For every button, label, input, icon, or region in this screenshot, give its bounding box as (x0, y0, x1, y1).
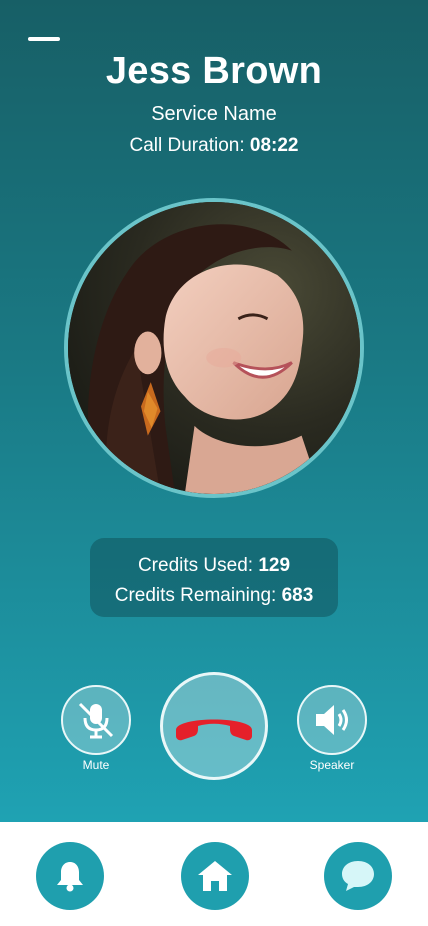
caller-name: Jess Brown (105, 50, 323, 92)
caller-photo (68, 202, 360, 494)
service-name: Service Name (151, 103, 277, 125)
credits-used-label: Credits Used: (137, 555, 254, 576)
nav-notifications-button[interactable] (36, 842, 104, 910)
speaker-label: Speaker (309, 758, 355, 772)
bottom-nav (0, 822, 428, 926)
home-icon (198, 861, 232, 891)
end-call-button[interactable] (160, 672, 268, 780)
speaker-icon (316, 705, 348, 735)
call-duration-label: Call Duration: (129, 135, 245, 156)
credits-remaining-row: Credits Remaining: 683 (90, 581, 338, 611)
call-duration: Call Duration: 08:22 (0, 135, 428, 157)
mute-label: Mute (82, 758, 110, 772)
credits-used-value: 129 (258, 555, 291, 576)
caller-avatar (64, 198, 364, 498)
credits-remaining-label: Credits Remaining: (114, 585, 277, 606)
credits-remaining-value: 683 (281, 585, 314, 606)
credits-used-row: Credits Used: 129 (90, 551, 338, 581)
speaker-button[interactable] (297, 685, 367, 755)
menu-icon[interactable] (28, 37, 60, 41)
nav-home-button[interactable] (181, 842, 249, 910)
mute-button[interactable] (61, 685, 131, 755)
mic-off-icon (78, 702, 114, 739)
nav-chat-button[interactable] (324, 842, 392, 910)
call-duration-value: 08:22 (249, 135, 299, 156)
chat-icon (342, 861, 374, 891)
bell-icon (57, 862, 83, 892)
credits-card: Credits Used: 129 Credits Remaining: 683 (90, 538, 338, 617)
phone-hangup-icon (176, 719, 252, 741)
call-screen: Jess Brown Service Name Call Duration: 0… (0, 0, 428, 822)
